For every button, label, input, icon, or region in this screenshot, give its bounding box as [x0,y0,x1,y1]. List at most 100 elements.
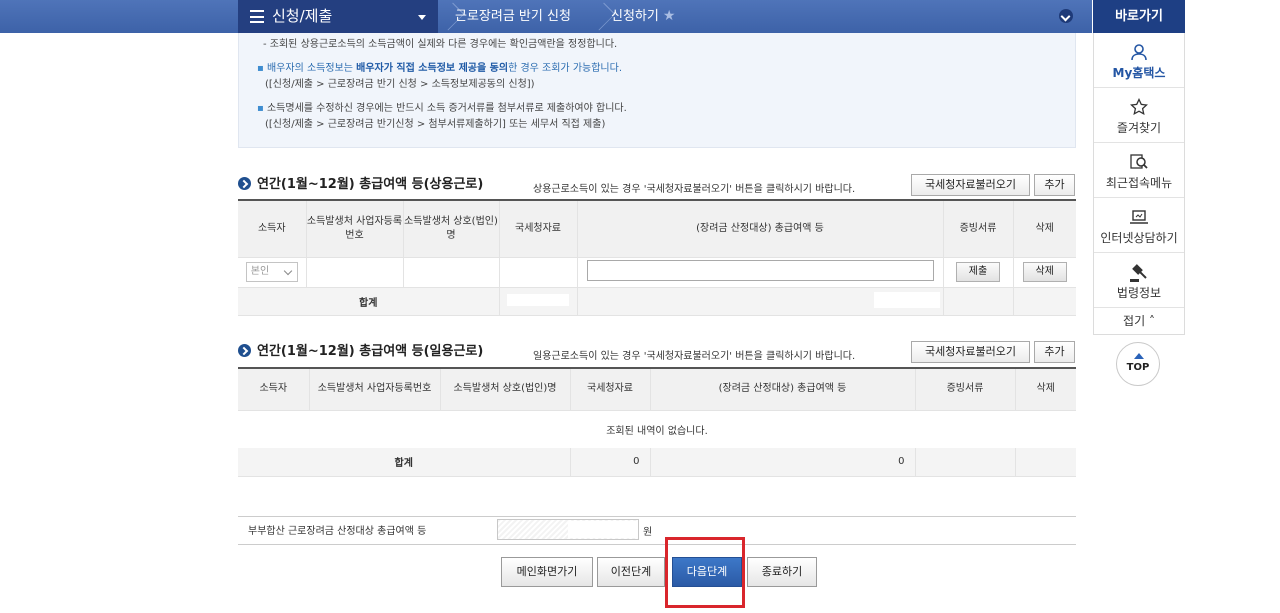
column-header: 삭제 [1012,200,1076,258]
sum-empty-cell [942,287,1013,316]
bullet-icon: ▪ [257,103,264,114]
gavel-icon [1094,263,1184,282]
quick-item-favorites[interactable]: 즐겨찾기 [1094,88,1184,143]
column-header: 국세청자료 [498,200,577,258]
column-header: (장려금 산정대상) 총급여액 등 [649,368,915,411]
load-nts-data-button[interactable]: 국세청자료불러오기 [911,174,1030,196]
notice-text: 소득명세를 수정하신 경우에는 반드시 소득 증거서류를 첨부서류로 제출하여야… [266,103,627,114]
currency-unit: 원 [643,527,653,538]
column-header: 소득발생처 상호(법인)명 [402,200,499,258]
bullet-icon: ▪ [257,63,264,74]
arrow-up-icon [1134,353,1144,359]
earner-select[interactable]: 본인 [245,262,298,282]
column-header: 소득발생처 상호(법인)명 [439,368,570,411]
sum-nts-value: 0 [569,448,650,477]
sum-empty-cell [914,448,1015,477]
load-nts-data-button[interactable]: 국세청자료불러오기 [911,341,1030,363]
sum-label: 합계 [238,287,499,316]
quick-item-label: 최근접속메뉴 [1105,176,1173,190]
sum-label: 합계 [238,448,570,477]
column-header: 증빙서류 [942,200,1013,258]
quick-item-label: My홈택스 [1112,66,1166,80]
go-main-button[interactable]: 메인화면가기 [501,557,593,587]
section-note: 상용근로소득이 있는 경우 '국세청자료불러오기' 버튼을 클릭하시기 바랍니다… [533,184,856,195]
column-header: 소득발생처 사업자등록번호 [308,368,440,411]
favorite-star-icon[interactable]: ★ [663,8,676,24]
end-button[interactable]: 종료하기 [747,557,817,587]
regular-income-table: 소득자 소득발생처 사업자등록번호 소득발생처 상호(법인)명 국세청자료 (장… [238,199,1076,316]
breadcrumb-item[interactable]: 근로장려금 반기 신청 [455,0,571,33]
notice-text: 한 경우 조회가 가능합니다. [508,63,622,74]
delete-row-button[interactable]: 삭제 [1022,262,1067,282]
table-header-row: 소득자 소득발생처 사업자등록번호 소득발생처 상호(법인)명 국세청자료 (장… [238,200,1076,258]
couple-total-label: 부부합산 근로장려금 산정대상 총급여액 등 [248,526,427,537]
fold-button[interactable]: 접기 ˄ [1094,308,1184,334]
person-icon [1094,43,1184,61]
laptop-icon [1094,208,1184,226]
notice-text: 배우자의 소득정보는 [266,63,357,74]
chevron-down-icon[interactable] [1059,9,1073,23]
notice-line: ([신청/제출 > 근로장려금 반기 신청 > 소득정보제공동의 신청]) [265,79,535,90]
chevron-up-icon: ˄ [1148,314,1155,328]
prev-step-button[interactable]: 이전단계 [597,557,665,587]
nts-data-cell [498,257,577,288]
highlight-box [665,537,745,608]
sum-total-value: 0 [649,448,915,477]
quick-menu-title: 바로가기 [1093,0,1185,33]
quick-panel: My홈택스 즐겨찾기 최근접속메뉴 인터넷상담하기 법령정보 접기 ˄ [1093,33,1185,335]
quick-item-online-counsel[interactable]: 인터넷상담하기 [1094,198,1184,253]
table-row: 본인 제출 삭제 [238,257,1076,288]
quick-item-law-info[interactable]: 법령정보 [1094,253,1184,308]
biz-number-cell [305,257,403,288]
empty-row: 조회된 내역이 없습니다. [238,410,1076,448]
table-header-row: 소득자 소득발생처 사업자등록번호 소득발생처 상호(법인)명 국세청자료 (장… [238,368,1076,411]
quick-item-label: 즐겨찾기 [1116,121,1162,135]
fold-label: 접기 [1123,314,1146,328]
biz-name-cell [402,257,499,288]
recent-search-icon [1094,153,1184,171]
column-header: 소득자 [238,200,306,258]
quick-item-label: 법령정보 [1116,286,1162,300]
total-pay-cell [576,257,943,288]
notice-line: ▪ 배우자의 소득정보는 배우자가 직접 소득정보 제공을 동의한 경우 조회가… [257,61,1075,77]
quick-item-label: 인터넷상담하기 [1100,231,1178,245]
sum-row: 합계 [238,287,1076,316]
empty-message: 조회된 내역이 없습니다. [606,425,708,437]
couple-total-input [497,519,639,540]
column-header: (장려금 산정대상) 총급여액 등 [576,200,943,258]
column-header: 삭제 [1014,368,1076,411]
submit-evidence-button[interactable]: 제출 [955,262,1001,282]
quick-item-my-hometax[interactable]: My홈택스 [1094,33,1184,88]
total-pay-input[interactable] [586,260,934,281]
sum-empty-cell [1012,287,1076,316]
add-row-button[interactable]: 추가 [1034,341,1075,363]
breadcrumb-current-label: 신청하기 [611,9,659,24]
notice-line: - 조회된 상용근로소득의 소득금액이 실제와 다른 경우에는 확인금액란을 정… [263,39,618,50]
earner-cell: 본인 [238,257,306,288]
quick-item-recent-menu[interactable]: 최근접속메뉴 [1094,143,1184,198]
menu-dropdown[interactable]: 신청/제출 [238,0,438,33]
column-header: 국세청자료 [569,368,650,411]
divider [238,544,1076,545]
notice-bold: 배우자가 직접 소득정보 제공을 동의 [356,63,509,74]
daily-income-table: 소득자 소득발생처 사업자등록번호 소득발생처 상호(법인)명 국세청자료 (장… [238,367,1076,477]
section-note: 일용근로소득이 있는 경우 '국세청자료불러오기' 버튼을 클릭하시기 바랍니다… [533,351,856,362]
breadcrumb-current[interactable]: 신청하기 ★ [611,0,675,33]
column-header: 증빙서류 [914,368,1015,411]
section-arrow-icon [238,344,251,357]
sum-row: 합계 0 0 [238,448,1076,477]
breadcrumb-separator [592,0,606,33]
section-arrow-icon [238,177,251,190]
sum-nts-value [507,293,569,306]
star-icon [1094,97,1184,116]
divider [238,516,1076,517]
add-row-button[interactable]: 추가 [1034,174,1075,196]
section-title-text: 연간(1월~12월) 총급여액 등(일용근로) [257,344,484,359]
section-title-regular: 연간(1월~12월) 총급여액 등(상용근로) [238,173,483,192]
couple-total-value [568,521,638,538]
scroll-top-button[interactable]: TOP [1116,342,1160,386]
breadcrumb-separator [441,0,455,33]
top-navigation: 신청/제출 근로장려금 반기 신청 신청하기 ★ [0,0,1092,33]
sum-total-cell [576,287,943,316]
caret-down-icon [418,15,426,20]
